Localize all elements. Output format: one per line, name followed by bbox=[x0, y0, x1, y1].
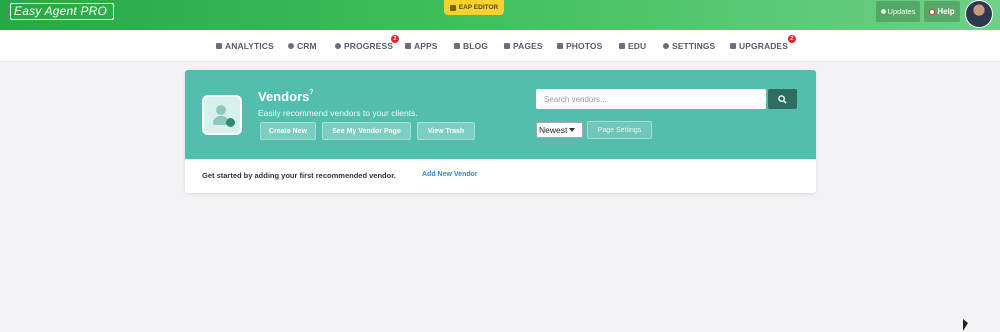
nav-label: BLOG bbox=[463, 41, 488, 51]
main-nav: ANALYTICS CRM PROGRESS 2 APPS BLOG PAGES… bbox=[0, 30, 1000, 62]
search-icon bbox=[778, 94, 787, 104]
nav-label: EDU bbox=[628, 41, 647, 51]
vendor-person-icon bbox=[216, 105, 226, 115]
chevron-down-icon bbox=[569, 128, 576, 132]
add-new-vendor-link[interactable]: Add New Vendor bbox=[422, 171, 478, 178]
analytics-icon bbox=[216, 43, 222, 49]
empty-state-message: Get started by adding your first recomme… bbox=[202, 171, 396, 180]
photos-icon bbox=[557, 43, 563, 49]
nav-label: SETTINGS bbox=[672, 41, 716, 51]
nav-label: CRM bbox=[297, 41, 317, 51]
search-input[interactable] bbox=[536, 89, 766, 109]
nav-item-progress[interactable]: PROGRESS 2 bbox=[335, 35, 399, 52]
updates-label: Updates bbox=[887, 7, 916, 16]
updates-dot-icon bbox=[880, 9, 886, 14]
nav-item-analytics[interactable]: ANALYTICS bbox=[216, 40, 274, 52]
nav-label: ANALYTICS bbox=[225, 41, 274, 51]
sort-select[interactable]: Newest bbox=[536, 122, 583, 138]
pages-icon bbox=[504, 43, 510, 49]
create-new-button[interactable]: Create New bbox=[260, 122, 316, 140]
user-avatar[interactable] bbox=[965, 0, 993, 28]
apps-icon bbox=[405, 43, 411, 49]
edu-icon bbox=[619, 43, 625, 49]
help-label: Help bbox=[937, 7, 955, 16]
eap-editor-button[interactable]: EAP EDITOR bbox=[444, 0, 504, 15]
help-circle-icon[interactable]: ? bbox=[309, 89, 313, 96]
search-button[interactable] bbox=[768, 89, 797, 109]
lifebuoy-icon bbox=[929, 8, 936, 15]
mouse-cursor-icon bbox=[963, 319, 968, 331]
see-vendor-page-button[interactable]: See My Vendor Page bbox=[322, 122, 411, 140]
help-button[interactable]: Help bbox=[924, 1, 960, 22]
progress-badge: 2 bbox=[391, 35, 399, 43]
nav-label: PROGRESS bbox=[344, 41, 393, 51]
nav-item-upgrades[interactable]: UPGRADES 2 bbox=[730, 35, 796, 52]
upgrades-icon bbox=[730, 43, 736, 49]
crm-icon bbox=[288, 43, 294, 49]
app-logo[interactable]: Easy Agent PRO bbox=[10, 3, 114, 20]
view-trash-button[interactable]: View Trash bbox=[417, 122, 475, 140]
blog-icon bbox=[454, 43, 460, 49]
nav-item-pages[interactable]: PAGES bbox=[504, 40, 543, 52]
vendor-icon bbox=[202, 95, 242, 135]
eap-editor-label: EAP EDITOR bbox=[458, 4, 499, 11]
top-bar: Easy Agent PRO EAP EDITOR Updates Help bbox=[0, 0, 1000, 30]
nav-item-photos[interactable]: PHOTOS bbox=[557, 40, 602, 52]
nav-item-settings[interactable]: SETTINGS bbox=[663, 40, 715, 52]
nav-item-blog[interactable]: BLOG bbox=[454, 40, 488, 52]
vendors-header: Vendors? Easily recommend vendors to you… bbox=[185, 70, 816, 159]
nav-label: PHOTOS bbox=[566, 41, 603, 51]
check-icon bbox=[226, 118, 235, 127]
progress-icon bbox=[335, 43, 341, 49]
nav-item-crm[interactable]: CRM bbox=[288, 40, 317, 52]
vendors-card: Vendors? Easily recommend vendors to you… bbox=[185, 70, 816, 193]
edit-icon bbox=[449, 4, 456, 11]
nav-label: PAGES bbox=[513, 41, 543, 51]
nav-item-apps[interactable]: APPS bbox=[405, 40, 438, 52]
page-subtitle: Easily recommend vendors to your clients… bbox=[258, 108, 418, 118]
updates-button[interactable]: Updates bbox=[876, 1, 920, 22]
upgrades-badge: 2 bbox=[788, 35, 796, 43]
nav-label: UPGRADES bbox=[739, 41, 788, 51]
gear-icon bbox=[663, 43, 669, 49]
page-title: Vendors? bbox=[258, 89, 314, 104]
nav-item-edu[interactable]: EDU bbox=[619, 40, 646, 52]
title-text: Vendors bbox=[258, 89, 310, 104]
page-settings-button[interactable]: Page Settings bbox=[587, 121, 652, 139]
sort-select-value: Newest bbox=[539, 125, 568, 135]
nav-label: APPS bbox=[414, 41, 438, 51]
